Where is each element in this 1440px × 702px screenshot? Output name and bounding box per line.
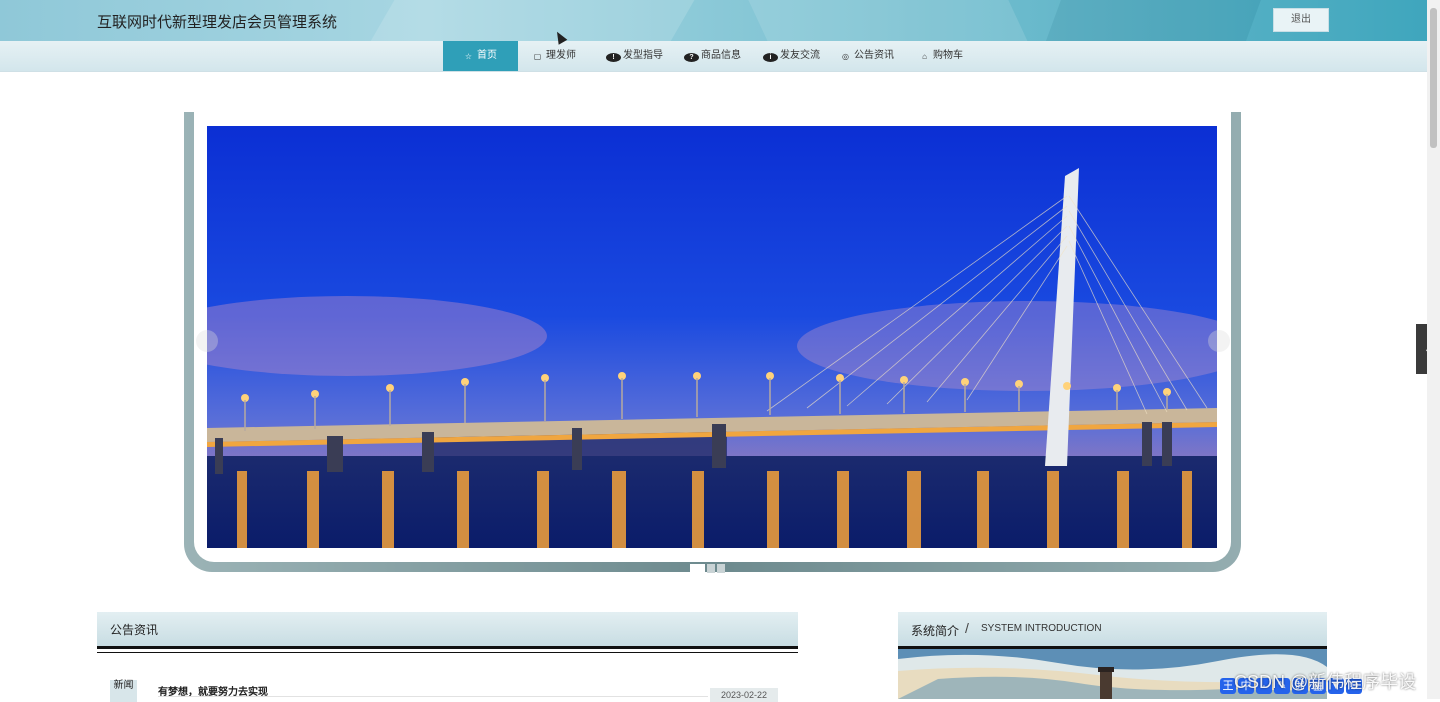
news-panel: 公告资讯 新闻 有梦想，就要努力去实现 2023-02-22 — [97, 612, 798, 702]
news-panel-header: 公告资讯 — [97, 612, 798, 653]
divider — [97, 652, 798, 653]
nav-item-label: 理发师 — [546, 50, 576, 61]
intro-panel-title: 系统简介 — [911, 624, 960, 638]
title-separator: / — [965, 620, 969, 636]
header-decoration — [739, 0, 1041, 41]
nav-item-home[interactable]: ☆ 首页 — [443, 41, 518, 71]
nav-item-announcements[interactable]: ◎ 公告资讯 — [841, 41, 894, 71]
carousel-indicators — [690, 560, 727, 573]
intro-panel-subtitle: SYSTEM INTRODUCTION — [981, 623, 1102, 634]
cart-icon: ⌂ — [922, 52, 927, 61]
carousel-dot[interactable] — [690, 564, 705, 573]
header-bar: 互联网时代新型理发店会员管理系统 退出 — [0, 0, 1427, 41]
star-icon: ☆ — [464, 52, 473, 61]
question-icon: ? — [684, 53, 699, 62]
news-panel-title: 公告资讯 — [110, 623, 159, 637]
carousel-dot[interactable] — [707, 564, 715, 573]
divider — [158, 696, 708, 697]
nav-item-barbers[interactable]: ▢ 理发师 — [533, 41, 576, 71]
nav-item-label: 公告资讯 — [854, 50, 894, 61]
settings-icon: ◎ — [842, 52, 849, 61]
watermark-text: CSDN @新伟程序毕设 — [1234, 672, 1417, 692]
main-nav: ☆ 首页 ▢ 理发师 ! 发型指导 ? 商品信息 i 发友交流 ◎ 公告资讯 ⌂ 购物车 — [0, 41, 1427, 72]
logout-button[interactable]: 退出 — [1273, 8, 1329, 32]
carousel-dot[interactable] — [717, 564, 725, 573]
carousel-next-arrow[interactable] — [1208, 330, 1230, 352]
scrollbar-thumb[interactable] — [1430, 8, 1437, 148]
nav-item-label: 发型指导 — [623, 50, 663, 61]
nav-item-label: 购物车 — [933, 50, 963, 61]
info-icon: ! — [606, 53, 621, 62]
intro-panel-header: 系统简介 / SYSTEM INTRODUCTION — [898, 612, 1327, 653]
bridge-night-image — [207, 126, 1217, 548]
header-decoration — [1035, 0, 1265, 41]
page-scrollbar[interactable] — [1427, 0, 1440, 699]
carousel-slide[interactable] — [207, 126, 1217, 548]
carousel-prev-arrow[interactable] — [196, 330, 218, 352]
header-decoration — [354, 0, 706, 41]
nav-item-label: 发友交流 — [780, 50, 820, 61]
site-title: 互联网时代新型理发店会员管理系统 — [97, 14, 338, 31]
nav-item-hairstyle-guide[interactable]: ! 发型指导 — [606, 41, 663, 71]
nav-item-label: 商品信息 — [701, 50, 741, 61]
bag-icon: ▢ — [533, 52, 542, 61]
nav-item-cart[interactable]: ⌂ 购物车 — [920, 41, 963, 71]
nav-item-label: 首页 — [477, 50, 497, 61]
nav-item-forum[interactable]: i 发友交流 — [763, 41, 820, 71]
nav-item-products[interactable]: ? 商品信息 — [684, 41, 741, 71]
info-circle-icon: i — [763, 53, 778, 62]
news-item-date: 2023-02-22 — [710, 688, 778, 702]
